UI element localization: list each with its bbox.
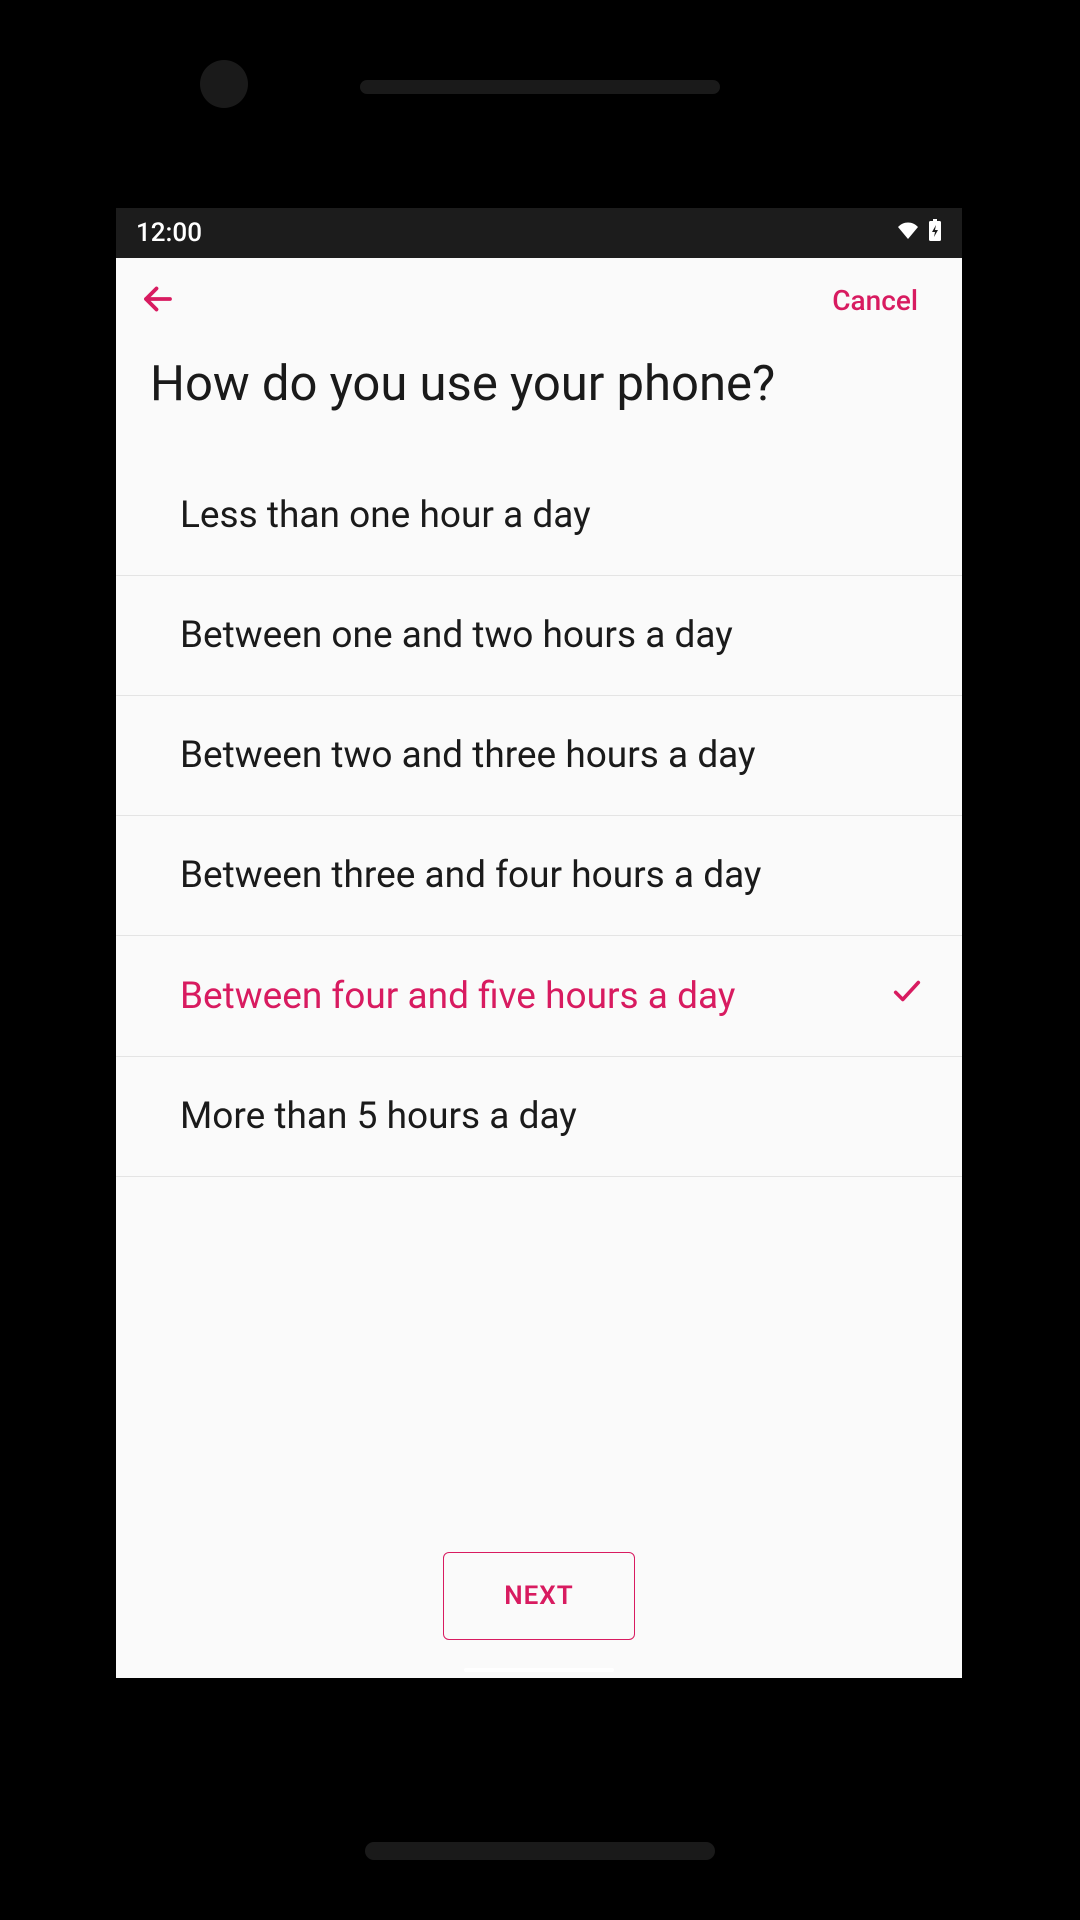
option-list: Less than one hour a day Between one and… xyxy=(116,456,962,1177)
status-bar: 12:00 xyxy=(116,208,962,258)
option-two-three-hours[interactable]: Between two and three hours a day xyxy=(116,696,962,816)
option-one-two-hours[interactable]: Between one and two hours a day xyxy=(116,576,962,696)
option-label: Between one and two hours a day xyxy=(180,614,733,657)
page-title: How do you use your phone? xyxy=(116,335,962,456)
battery-icon xyxy=(928,218,942,248)
wifi-icon xyxy=(896,218,920,248)
home-indicator[interactable] xyxy=(464,1668,614,1672)
back-button[interactable] xyxy=(134,277,182,325)
option-label: More than 5 hours a day xyxy=(180,1095,577,1138)
app-screen: 12:00 xyxy=(116,208,962,1678)
option-three-four-hours[interactable]: Between three and four hours a day xyxy=(116,816,962,936)
option-label: Between three and four hours a day xyxy=(180,854,761,897)
cancel-button[interactable]: Cancel xyxy=(816,276,934,325)
bottom-device-pill xyxy=(365,1842,715,1860)
option-less-than-one-hour[interactable]: Less than one hour a day xyxy=(116,456,962,576)
header-row: Cancel xyxy=(116,258,962,335)
arrow-left-icon xyxy=(140,281,176,321)
speaker-slot xyxy=(360,80,720,94)
option-label: Less than one hour a day xyxy=(180,494,591,537)
check-icon xyxy=(890,974,924,1018)
camera-dot xyxy=(200,60,248,108)
status-time: 12:00 xyxy=(136,218,202,248)
footer: NEXT xyxy=(116,1552,962,1640)
option-label: Between four and five hours a day xyxy=(180,975,735,1018)
option-label: Between two and three hours a day xyxy=(180,734,756,777)
next-button[interactable]: NEXT xyxy=(443,1552,635,1640)
option-four-five-hours[interactable]: Between four and five hours a day xyxy=(116,936,962,1057)
option-more-than-five-hours[interactable]: More than 5 hours a day xyxy=(116,1057,962,1177)
status-icons xyxy=(896,218,942,248)
